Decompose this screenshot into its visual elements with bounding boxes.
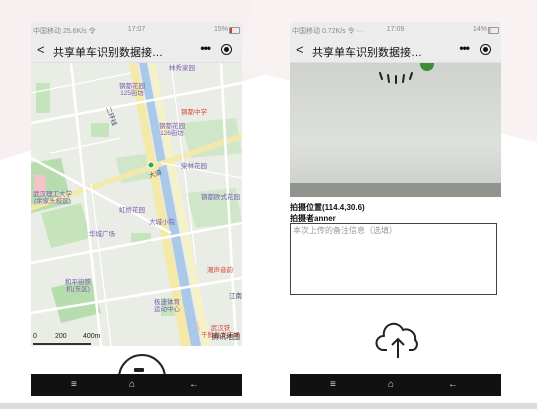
map-label: 钢都花园 126街坊 <box>159 123 185 137</box>
back-icon[interactable]: < <box>37 42 45 57</box>
map-label: 钢都欧式花园 <box>201 194 240 201</box>
back-arrow-icon[interactable]: ← <box>189 379 199 390</box>
more-icon[interactable]: ••• <box>200 41 211 55</box>
upload-cloud-icon[interactable] <box>375 320 423 360</box>
page-bottom-bar <box>0 403 537 409</box>
map-label: 柴林花园 <box>181 163 207 170</box>
page-title: 共享单车识别数据接… <box>312 47 422 59</box>
map-label: 江南 <box>229 293 242 300</box>
target-icon[interactable] <box>221 44 232 55</box>
more-icon[interactable]: ••• <box>459 41 470 55</box>
status-bar: 中国移动 0.72K/s 令 ··· 17:09 14% <box>290 22 501 38</box>
map-credit: 腾讯地图 <box>212 334 240 341</box>
scale-zero: 0 <box>33 333 37 340</box>
network-status: 中国移动 0.72K/s 令 ··· <box>292 28 364 35</box>
status-time: 17:09 <box>386 26 405 33</box>
system-nav-bar: ≡ ⌂ ← <box>31 374 242 396</box>
back-arrow-icon[interactable]: ← <box>448 379 458 390</box>
map-label: 和平街铁 机(东区) <box>65 279 91 293</box>
location-label: 拍摄位置(114.4,30.6) <box>290 203 365 212</box>
battery-icon <box>229 27 240 34</box>
map-label: 林秀家园 <box>169 65 195 72</box>
network-status: 中国移动 25.6K/s 令 <box>33 28 96 35</box>
photo-info: 拍摄位置(114.4,30.6) 拍摄者anner <box>290 202 365 224</box>
status-bar: 中国移动 25.6K/s 令 17:07 15% <box>31 22 242 38</box>
map-label: 潮声音韵 <box>207 267 233 274</box>
map-scale: 0 200 400m <box>33 333 101 345</box>
captured-photo <box>290 63 501 197</box>
right-phone-screen: 中国移动 0.72K/s 令 ··· 17:09 14% < 共享单车识别数据接… <box>290 22 501 396</box>
menu-icon[interactable]: ≡ <box>330 379 336 390</box>
map-label: 虹桥花园 <box>119 207 145 214</box>
system-nav-bar: ≡ ⌂ ← <box>290 374 501 396</box>
status-time: 17:07 <box>127 26 146 33</box>
map-label: 大城小院 <box>149 219 175 226</box>
target-icon[interactable] <box>480 44 491 55</box>
note-placeholder: 本次上传的备注信息（选填） <box>293 226 397 235</box>
scale-end: 400m <box>83 333 101 340</box>
battery-percent: 14% <box>472 26 487 33</box>
map-label: 武汉理工大学 (余家头校区) <box>33 191 72 205</box>
map-label: 极速体育 运动中心 <box>154 299 180 313</box>
home-icon[interactable]: ⌂ <box>129 379 135 390</box>
map-view[interactable]: 林秀家园 钢都花园 125街坊 钢都中学 钢都花园 126街坊 柴林花园 钢都欧… <box>31 63 242 346</box>
battery-percent: 15% <box>213 26 228 33</box>
home-icon[interactable]: ⌂ <box>388 379 394 390</box>
map-label: 钢都花园 125街坊 <box>119 83 145 97</box>
menu-icon[interactable]: ≡ <box>71 379 77 390</box>
map-label: 钢都中学 <box>181 109 207 116</box>
nav-bar: < 共享单车识别数据接… ••• <box>290 38 501 63</box>
scale-mid: 200 <box>55 333 67 340</box>
page-title: 共享单车识别数据接… <box>53 47 163 59</box>
note-input[interactable]: 本次上传的备注信息（选填） <box>290 223 497 295</box>
battery-icon <box>488 27 499 34</box>
nav-bar: < 共享单车识别数据接… ••• <box>31 38 242 63</box>
map-label: 华城广场 <box>89 231 115 238</box>
left-phone-screen: 中国移动 25.6K/s 令 17:07 15% < 共享单车识别数据接… ••… <box>31 22 242 396</box>
back-icon[interactable]: < <box>296 42 304 57</box>
